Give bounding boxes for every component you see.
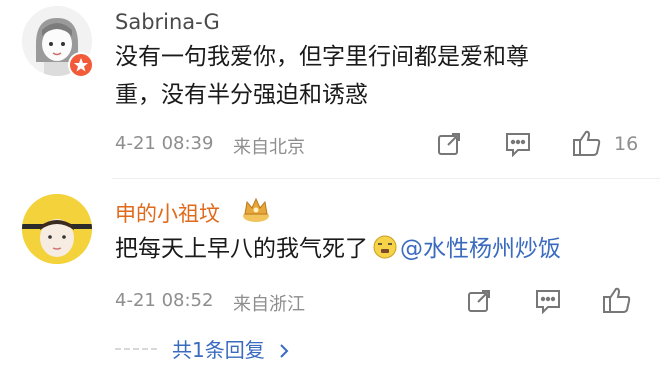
view-replies-link[interactable]: 共1条回复 <box>172 334 290 363</box>
comment-username[interactable]: 申的小祖坟 <box>115 198 220 228</box>
comment-item: 申的小祖坟 把每天上早八的我气死了 @水性杨州炒饭 4-21 08:52 来自浙… <box>0 180 660 386</box>
comment-item: Sabrina-G 没有一句我爱你，但字里行间都是爱和尊 重，没有半分强迫和诱惑… <box>0 0 660 180</box>
comment-text-line-1: 没有一句我爱你，但字里行间都是爱和尊 <box>115 44 529 70</box>
like-count: 16 <box>614 133 639 155</box>
red-star-badge-icon <box>68 52 94 78</box>
share-icon[interactable] <box>466 288 492 318</box>
yellow-hood-avatar-icon <box>22 194 92 264</box>
divider <box>112 178 660 179</box>
mention-link[interactable]: @水性杨州炒饭 <box>400 230 561 268</box>
comment-text: 把每天上早八的我气死了 <box>115 236 368 262</box>
yawn-emoji-icon <box>372 234 398 264</box>
gold-crown-badge-icon <box>240 196 272 228</box>
comment-location: 来自北京 <box>233 137 305 158</box>
share-icon[interactable] <box>436 131 462 161</box>
comment-timestamp: 4-21 08:39 <box>115 133 214 154</box>
comment-username[interactable]: Sabrina-G <box>115 10 220 34</box>
chevron-right-icon <box>278 343 290 363</box>
comment-icon[interactable] <box>504 131 532 161</box>
avatar[interactable] <box>22 194 92 264</box>
comment-timestamp: 4-21 08:52 <box>115 290 214 311</box>
comment-text-line: 把每天上早八的我气死了 @水性杨州炒饭 <box>115 230 561 270</box>
comment-location: 来自浙江 <box>233 294 305 315</box>
replies-count-label: 共1条回复 <box>172 338 265 362</box>
like-icon[interactable] <box>602 286 632 318</box>
like-icon[interactable] <box>572 129 602 161</box>
comment-icon[interactable] <box>534 288 562 318</box>
replies-divider <box>115 348 157 350</box>
comment-text-line-2: 重，没有半分强迫和诱惑 <box>115 82 368 108</box>
